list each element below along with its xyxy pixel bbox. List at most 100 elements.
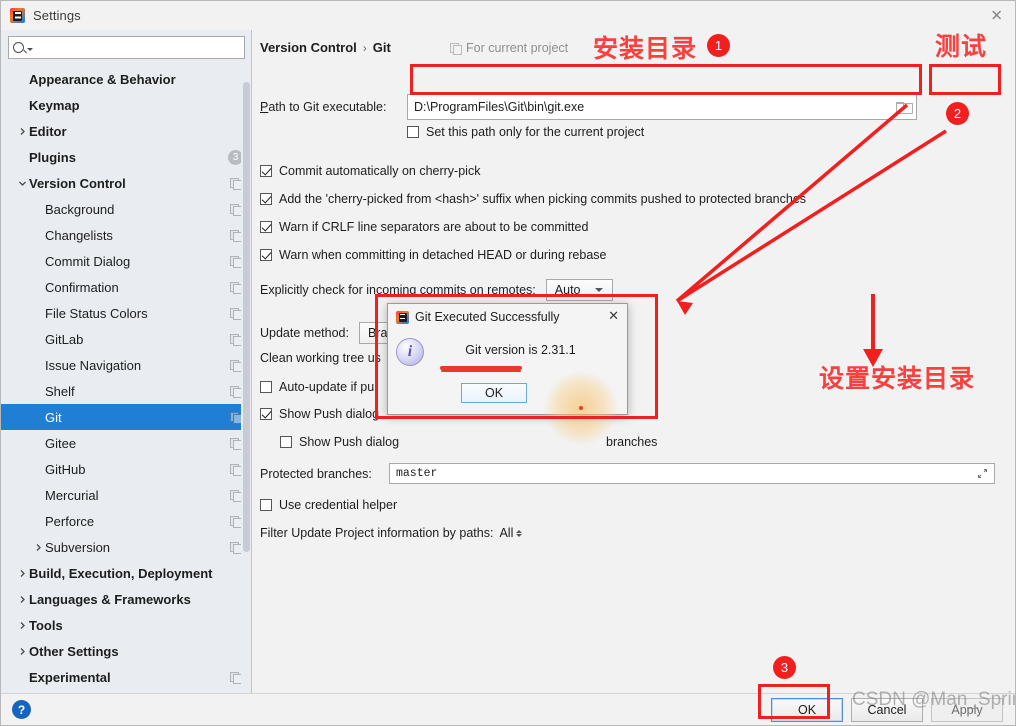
- info-icon: [396, 338, 424, 366]
- copy-settings-icon: [230, 437, 242, 450]
- chevron-down-icon: [594, 288, 603, 292]
- search-box[interactable]: [8, 36, 245, 59]
- folder-browse-icon[interactable]: [896, 101, 913, 114]
- warn-detached-head-checkbox[interactable]: [260, 249, 272, 261]
- use-credential-helper-row[interactable]: Use credential helper: [260, 498, 397, 512]
- sidebar-item-label: Version Control: [29, 175, 126, 191]
- filter-paths-row: Filter Update Project information by pat…: [260, 526, 523, 540]
- chevron-down-icon[interactable]: [16, 179, 29, 188]
- filter-paths-select[interactable]: All: [499, 526, 523, 540]
- sidebar-item-label: Git: [45, 409, 62, 425]
- sidebar-item-label: Tools: [29, 617, 63, 633]
- sidebar-item-git[interactable]: Git: [1, 404, 251, 430]
- sidebar-item-confirmation[interactable]: Confirmation: [1, 274, 251, 300]
- checkbox-row[interactable]: Add the 'cherry-picked from <hash>' suff…: [260, 192, 806, 206]
- cancel-button[interactable]: Cancel: [851, 697, 923, 722]
- sidebar-item-changelists[interactable]: Changelists: [1, 222, 251, 248]
- sidebar-item-label: Changelists: [45, 227, 113, 243]
- sidebar-item-label: Gitee: [45, 435, 77, 451]
- sidebar-item-version-control[interactable]: Version Control: [1, 170, 251, 196]
- sidebar-item-perforce[interactable]: Perforce: [1, 508, 251, 534]
- filter-paths-label: Filter Update Project information by pat…: [260, 526, 494, 540]
- checkbox-row[interactable]: Warn when committing in detached HEAD or…: [260, 248, 606, 262]
- chevron-right-icon[interactable]: [32, 543, 45, 552]
- sidebar-item-plugins[interactable]: Plugins 3: [1, 144, 251, 170]
- sidebar-item-appearance-behavior[interactable]: Appearance & Behavior: [1, 66, 251, 92]
- dialog-close-icon[interactable]: ✕: [608, 308, 619, 324]
- sidebar-scrollbar-thumb[interactable]: [243, 82, 250, 552]
- commit-on-cherry-pick-checkbox[interactable]: [260, 165, 272, 177]
- for-current-project-label: For current project: [466, 41, 569, 55]
- checkbox-row[interactable]: Commit automatically on cherry-pick: [260, 164, 480, 178]
- close-icon[interactable]: ✕: [990, 8, 1003, 23]
- copy-settings-icon: [230, 229, 242, 242]
- sidebar-item-label: Subversion: [45, 539, 111, 555]
- sidebar-scrollbar-track[interactable]: [241, 64, 251, 694]
- chevron-right-icon[interactable]: [16, 647, 29, 656]
- help-icon[interactable]: ?: [12, 700, 31, 719]
- auto-update-checkbox[interactable]: [260, 381, 272, 393]
- auto-update-row[interactable]: Auto-update if pu: [260, 380, 374, 394]
- show-push-dialog-row[interactable]: Show Push dialog: [260, 407, 379, 421]
- sidebar-item-label: Confirmation: [45, 279, 119, 295]
- sidebar-item-label: Other Settings: [29, 643, 119, 659]
- checkbox-row[interactable]: Warn if CRLF line separators are about t…: [260, 220, 588, 234]
- sidebar-item-editor[interactable]: Editor: [1, 118, 251, 144]
- chevron-right-icon[interactable]: [16, 127, 29, 136]
- copy-settings-icon: [230, 541, 242, 554]
- sidebar-item-label: Issue Navigation: [45, 357, 142, 373]
- copy-settings-icon: [230, 255, 242, 268]
- set-path-only-checkbox[interactable]: [407, 126, 419, 138]
- expand-icon[interactable]: [977, 468, 988, 479]
- sidebar-item-label: Plugins: [29, 149, 76, 165]
- breadcrumb-root[interactable]: Version Control: [260, 40, 357, 55]
- dialog-body: Git version is 2.31.1: [388, 330, 627, 366]
- show-push-dialog-sub-row[interactable]: Show Push dialog: [280, 435, 399, 449]
- incoming-commits-select[interactable]: Auto: [545, 279, 613, 301]
- set-path-only-row[interactable]: Set this path only for the current proje…: [407, 125, 644, 139]
- search-input[interactable]: [33, 39, 240, 56]
- sidebar-item-gitlab[interactable]: GitLab: [1, 326, 251, 352]
- sidebar-item-subversion[interactable]: Subversion: [1, 534, 251, 560]
- ok-button[interactable]: OK: [771, 697, 843, 722]
- show-push-dialog-sub-label-end: branches: [606, 435, 658, 449]
- sidebar-item-experimental[interactable]: Experimental: [1, 664, 251, 690]
- sidebar-item-github[interactable]: GitHub: [1, 456, 251, 482]
- git-path-field[interactable]: D:\ProgramFiles\Git\bin\git.exe: [407, 94, 917, 120]
- protected-branches-field[interactable]: master: [389, 463, 995, 484]
- warn-crlf-checkbox[interactable]: [260, 221, 272, 233]
- use-credential-helper-checkbox[interactable]: [260, 499, 272, 511]
- cherry-picked-suffix-checkbox[interactable]: [260, 193, 272, 205]
- chevron-right-icon[interactable]: [16, 595, 29, 604]
- window-title: Settings: [33, 8, 81, 23]
- sidebar-item-shelf[interactable]: Shelf: [1, 378, 251, 404]
- sidebar-item-build-execution-deployment[interactable]: Build, Execution, Deployment: [1, 560, 251, 586]
- show-push-dialog-sub-checkbox[interactable]: [280, 436, 292, 448]
- sidebar-item-label: Appearance & Behavior: [29, 71, 176, 87]
- auto-update-label: Auto-update if pu: [279, 380, 375, 394]
- search-wrapper: [1, 30, 251, 64]
- sidebar-item-tools[interactable]: Tools: [1, 612, 251, 638]
- incoming-commits-value: Auto: [554, 283, 581, 297]
- show-push-dialog-checkbox[interactable]: [260, 408, 272, 420]
- sidebar-item-file-status-colors[interactable]: File Status Colors: [1, 300, 251, 326]
- intellij-logo-icon: [10, 8, 25, 23]
- chevron-right-icon[interactable]: [16, 621, 29, 630]
- path-label: Path to Git executable:: [260, 100, 387, 114]
- sidebar-item-gitee[interactable]: Gitee: [1, 430, 251, 456]
- chevron-right-icon[interactable]: [16, 569, 29, 578]
- sidebar-item-other-settings[interactable]: Other Settings: [1, 638, 251, 664]
- copy-settings-icon: [230, 359, 242, 372]
- sidebar-item-commit-dialog[interactable]: Commit Dialog: [1, 248, 251, 274]
- incoming-commits-label: Explicitly check for incoming commits on…: [260, 283, 536, 297]
- copy-settings-icon: [230, 385, 242, 398]
- sidebar-item-issue-navigation[interactable]: Issue Navigation: [1, 352, 251, 378]
- sidebar-item-languages-frameworks[interactable]: Languages & Frameworks: [1, 586, 251, 612]
- settings-tree: Appearance & Behavior Keymap Editor Plugins…: [1, 64, 251, 694]
- sidebar-item-keymap[interactable]: Keymap: [1, 92, 251, 118]
- dialog-ok-button[interactable]: OK: [461, 383, 527, 403]
- sidebar-item-mercurial[interactable]: Mercurial: [1, 482, 251, 508]
- sidebar-item-background[interactable]: Background: [1, 196, 251, 222]
- spinner-arrows-icon[interactable]: [516, 529, 523, 537]
- use-credential-helper-label: Use credential helper: [279, 498, 398, 512]
